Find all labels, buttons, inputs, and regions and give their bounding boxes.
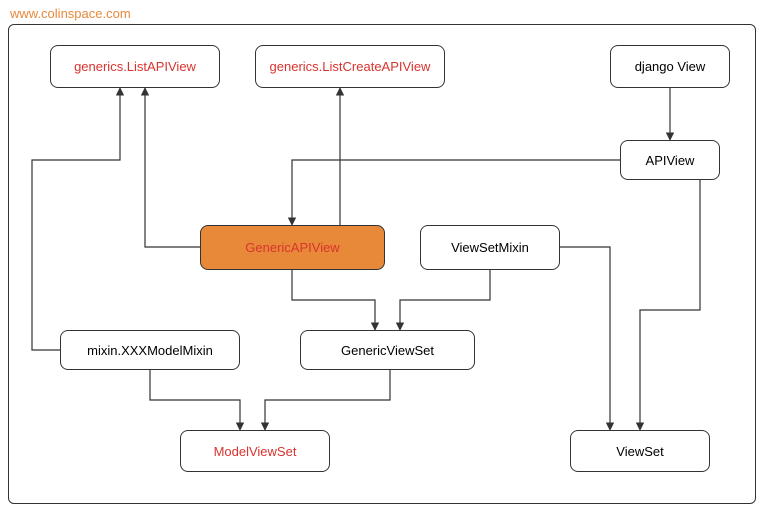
node-api-view: APIView xyxy=(620,140,720,180)
node-generic-api-view: GenericAPIView xyxy=(200,225,385,270)
node-viewset: ViewSet xyxy=(570,430,710,472)
diagram-canvas: www.colinspace.com xyxy=(0,0,766,514)
node-list-api-view: generics.ListAPIView xyxy=(50,45,220,88)
node-model-viewset: ModelViewSet xyxy=(180,430,330,472)
node-list-create-api-view: generics.ListCreateAPIView xyxy=(255,45,445,88)
node-viewset-mixin: ViewSetMixin xyxy=(420,225,560,270)
watermark-text: www.colinspace.com xyxy=(10,6,131,21)
node-generic-viewset: GenericViewSet xyxy=(300,330,475,370)
node-django-view: django View xyxy=(610,45,730,88)
node-mixin-model-mixin: mixin.XXXModelMixin xyxy=(60,330,240,370)
